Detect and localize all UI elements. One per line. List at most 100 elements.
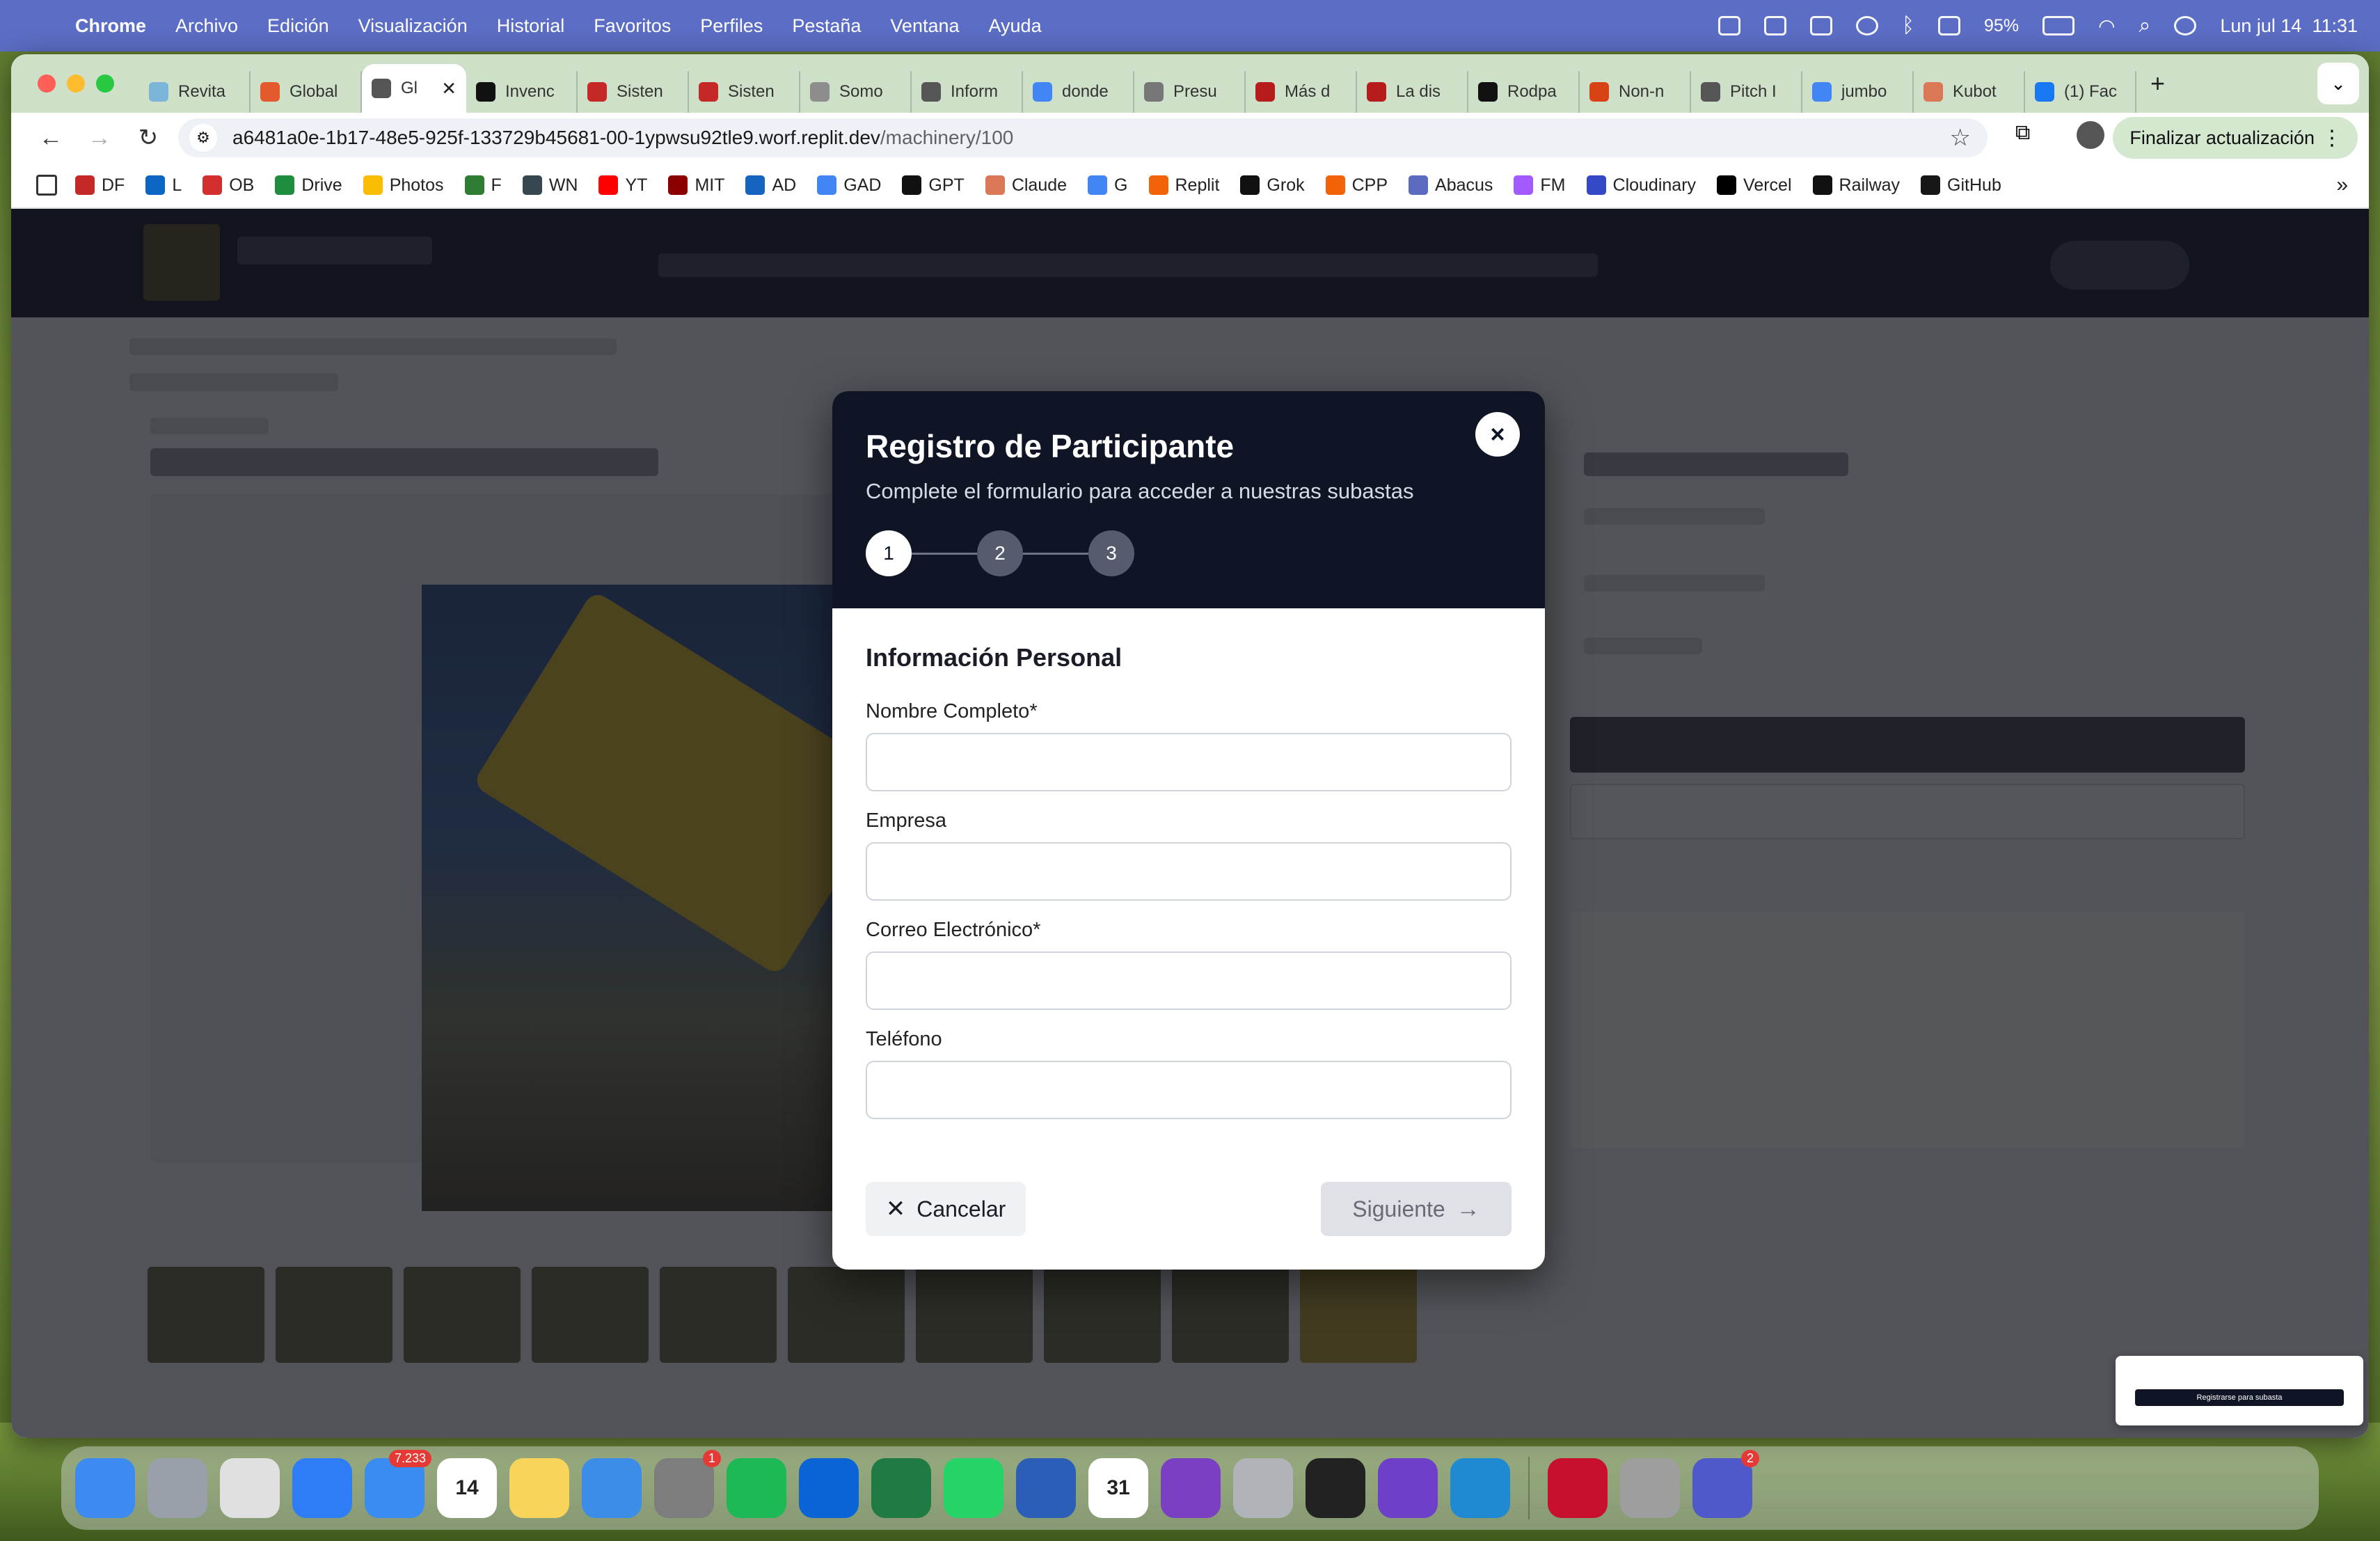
bookmark-item[interactable]: CPP xyxy=(1325,175,1388,196)
forward-arrow-icon[interactable]: → xyxy=(75,125,124,152)
bookmark-item[interactable]: YT xyxy=(598,175,647,196)
bookmark-star-icon[interactable]: ☆ xyxy=(1950,124,1971,152)
acrobat-icon[interactable] xyxy=(1548,1458,1608,1518)
app-grid-icon[interactable] xyxy=(1306,1458,1365,1518)
bookmark-item[interactable]: DF xyxy=(75,175,125,196)
calendar-31-icon[interactable]: 31 xyxy=(1088,1458,1148,1518)
bookmark-item[interactable]: Claude xyxy=(985,175,1067,196)
safari-icon[interactable] xyxy=(292,1458,352,1518)
bookmark-item[interactable]: MIT xyxy=(668,175,724,196)
browser-tab[interactable]: Rodpa xyxy=(1468,71,1580,113)
browser-tab[interactable]: Sisten xyxy=(689,71,800,113)
site-info-icon[interactable]: ⚙ xyxy=(189,124,217,152)
company-input[interactable] xyxy=(866,842,1512,901)
browser-tab[interactable]: Revita xyxy=(139,71,251,113)
new-tab-plus-icon[interactable]: + xyxy=(2150,69,2165,98)
bookmark-item[interactable]: Railway xyxy=(1812,175,1900,196)
menu-item[interactable]: Edición xyxy=(267,15,329,37)
browser-tab[interactable]: Inform xyxy=(912,71,1023,113)
calendar-icon[interactable]: 14 xyxy=(437,1458,497,1518)
spotify-icon[interactable] xyxy=(727,1458,786,1518)
bookmark-item[interactable]: GPT xyxy=(902,175,965,196)
kebab-menu-icon[interactable]: ⋮ xyxy=(2322,126,2342,150)
close-icon[interactable]: × xyxy=(1475,412,1520,457)
bookmark-item[interactable]: GitHub xyxy=(1921,175,2001,196)
finder-icon[interactable] xyxy=(75,1458,135,1518)
bookmarks-overflow-icon[interactable]: » xyxy=(2336,173,2348,197)
browser-tab[interactable]: Global xyxy=(251,71,362,113)
bookmark-item[interactable]: Cloudinary xyxy=(1586,175,1696,196)
next-button[interactable]: Siguiente → xyxy=(1321,1182,1512,1236)
browser-tab[interactable]: Kubot xyxy=(1914,71,2025,113)
wifi-icon[interactable]: ◠ xyxy=(2098,15,2115,38)
address-bar[interactable]: ⚙ a6481a0e-1b17-48e5-925f-133729b45681-0… xyxy=(178,118,1988,157)
chrome-icon[interactable] xyxy=(220,1458,280,1518)
bookmark-item[interactable]: Vercel xyxy=(1717,175,1792,196)
status-icon[interactable] xyxy=(1764,16,1787,35)
menu-item[interactable]: Visualización xyxy=(358,15,468,37)
bookmark-item[interactable]: OB xyxy=(203,175,254,196)
keynote-icon[interactable] xyxy=(582,1458,642,1518)
menu-app-name[interactable]: Chrome xyxy=(75,15,146,37)
email-input[interactable] xyxy=(866,951,1512,1010)
menu-item[interactable]: Archivo xyxy=(175,15,238,37)
cancel-button[interactable]: ✕ Cancelar xyxy=(866,1182,1026,1236)
menu-item[interactable]: Ayuda xyxy=(989,15,1042,37)
bluetooth-icon[interactable]: ᛒ xyxy=(1902,14,1914,38)
control-center-icon[interactable] xyxy=(2174,16,2197,35)
outlook-icon[interactable] xyxy=(799,1458,859,1518)
system-settings-icon[interactable]: 1 xyxy=(654,1450,721,1518)
status-icon[interactable] xyxy=(1856,16,1879,35)
teams-icon[interactable]: 2 xyxy=(1692,1450,1759,1518)
battery-icon[interactable] xyxy=(2042,16,2075,35)
launchpad-icon[interactable] xyxy=(148,1458,207,1518)
close-window-button[interactable] xyxy=(38,74,56,93)
menu-item[interactable]: Perfiles xyxy=(700,15,763,37)
notes-icon[interactable] xyxy=(509,1458,569,1518)
browser-tab[interactable]: donde xyxy=(1023,71,1134,113)
menu-item[interactable]: Pestaña xyxy=(792,15,861,37)
window-preview-thumbnail[interactable]: Registrarse para subasta xyxy=(2116,1356,2363,1425)
bookmark-item[interactable]: AD xyxy=(745,175,796,196)
browser-tab[interactable]: Somo xyxy=(800,71,912,113)
bookmark-item[interactable]: FM xyxy=(1514,175,1566,196)
status-icon[interactable] xyxy=(1810,16,1833,35)
back-arrow-icon[interactable]: ← xyxy=(26,125,75,152)
bookmark-item[interactable]: WN xyxy=(522,175,578,196)
word-icon[interactable] xyxy=(1016,1458,1076,1518)
bookmark-item[interactable]: Replit xyxy=(1148,175,1219,196)
excel-icon[interactable] xyxy=(871,1458,931,1518)
bookmark-item[interactable]: L xyxy=(145,175,182,196)
status-icon[interactable] xyxy=(1718,16,1741,35)
pro-app-icon[interactable] xyxy=(1620,1458,1680,1518)
browser-tab[interactable]: Pitch I xyxy=(1691,71,1802,113)
browser-tab[interactable]: Non-n xyxy=(1580,71,1691,113)
bookmark-item[interactable]: Abacus xyxy=(1409,175,1493,196)
bookmark-item[interactable]: Grok xyxy=(1240,175,1305,196)
reload-icon[interactable]: ↻ xyxy=(124,124,173,152)
zoom-window-button[interactable] xyxy=(96,74,114,93)
minimize-window-button[interactable] xyxy=(67,74,85,93)
github-desktop-icon[interactable] xyxy=(1378,1458,1438,1518)
browser-tab[interactable]: La dis xyxy=(1357,71,1468,113)
browser-tab[interactable]: Presu xyxy=(1134,71,1246,113)
extensions-puzzle-icon[interactable]: ⧉ xyxy=(2015,121,2030,145)
full-name-input[interactable] xyxy=(866,733,1512,791)
browser-tab[interactable]: jumbo xyxy=(1802,71,1914,113)
phone-input[interactable] xyxy=(866,1061,1512,1119)
close-tab-icon[interactable]: ✕ xyxy=(441,78,457,100)
browser-tab[interactable]: (1) Fac xyxy=(2025,71,2136,113)
spotlight-search-icon[interactable]: ⌕ xyxy=(2139,14,2151,38)
menu-clock[interactable]: Lun jul 14 11:31 xyxy=(2220,15,2358,37)
bookmark-item[interactable]: F xyxy=(464,175,502,196)
keyboard-icon[interactable] xyxy=(1938,16,1961,35)
bookmark-item[interactable]: G xyxy=(1088,175,1128,196)
bookmark-item[interactable]: Photos xyxy=(363,175,444,196)
finish-update-button[interactable]: Finalizar actualización ⋮ xyxy=(2113,117,2358,159)
browser-tab[interactable]: Más d xyxy=(1246,71,1357,113)
bookmark-item[interactable]: GAD xyxy=(817,175,881,196)
iphone-mirroring-icon[interactable] xyxy=(1233,1458,1293,1518)
tab-search-chevron-icon[interactable]: ⌄ xyxy=(2317,63,2359,104)
whatsapp-icon[interactable] xyxy=(944,1458,1003,1518)
browser-tab[interactable]: Invenc xyxy=(466,71,578,113)
